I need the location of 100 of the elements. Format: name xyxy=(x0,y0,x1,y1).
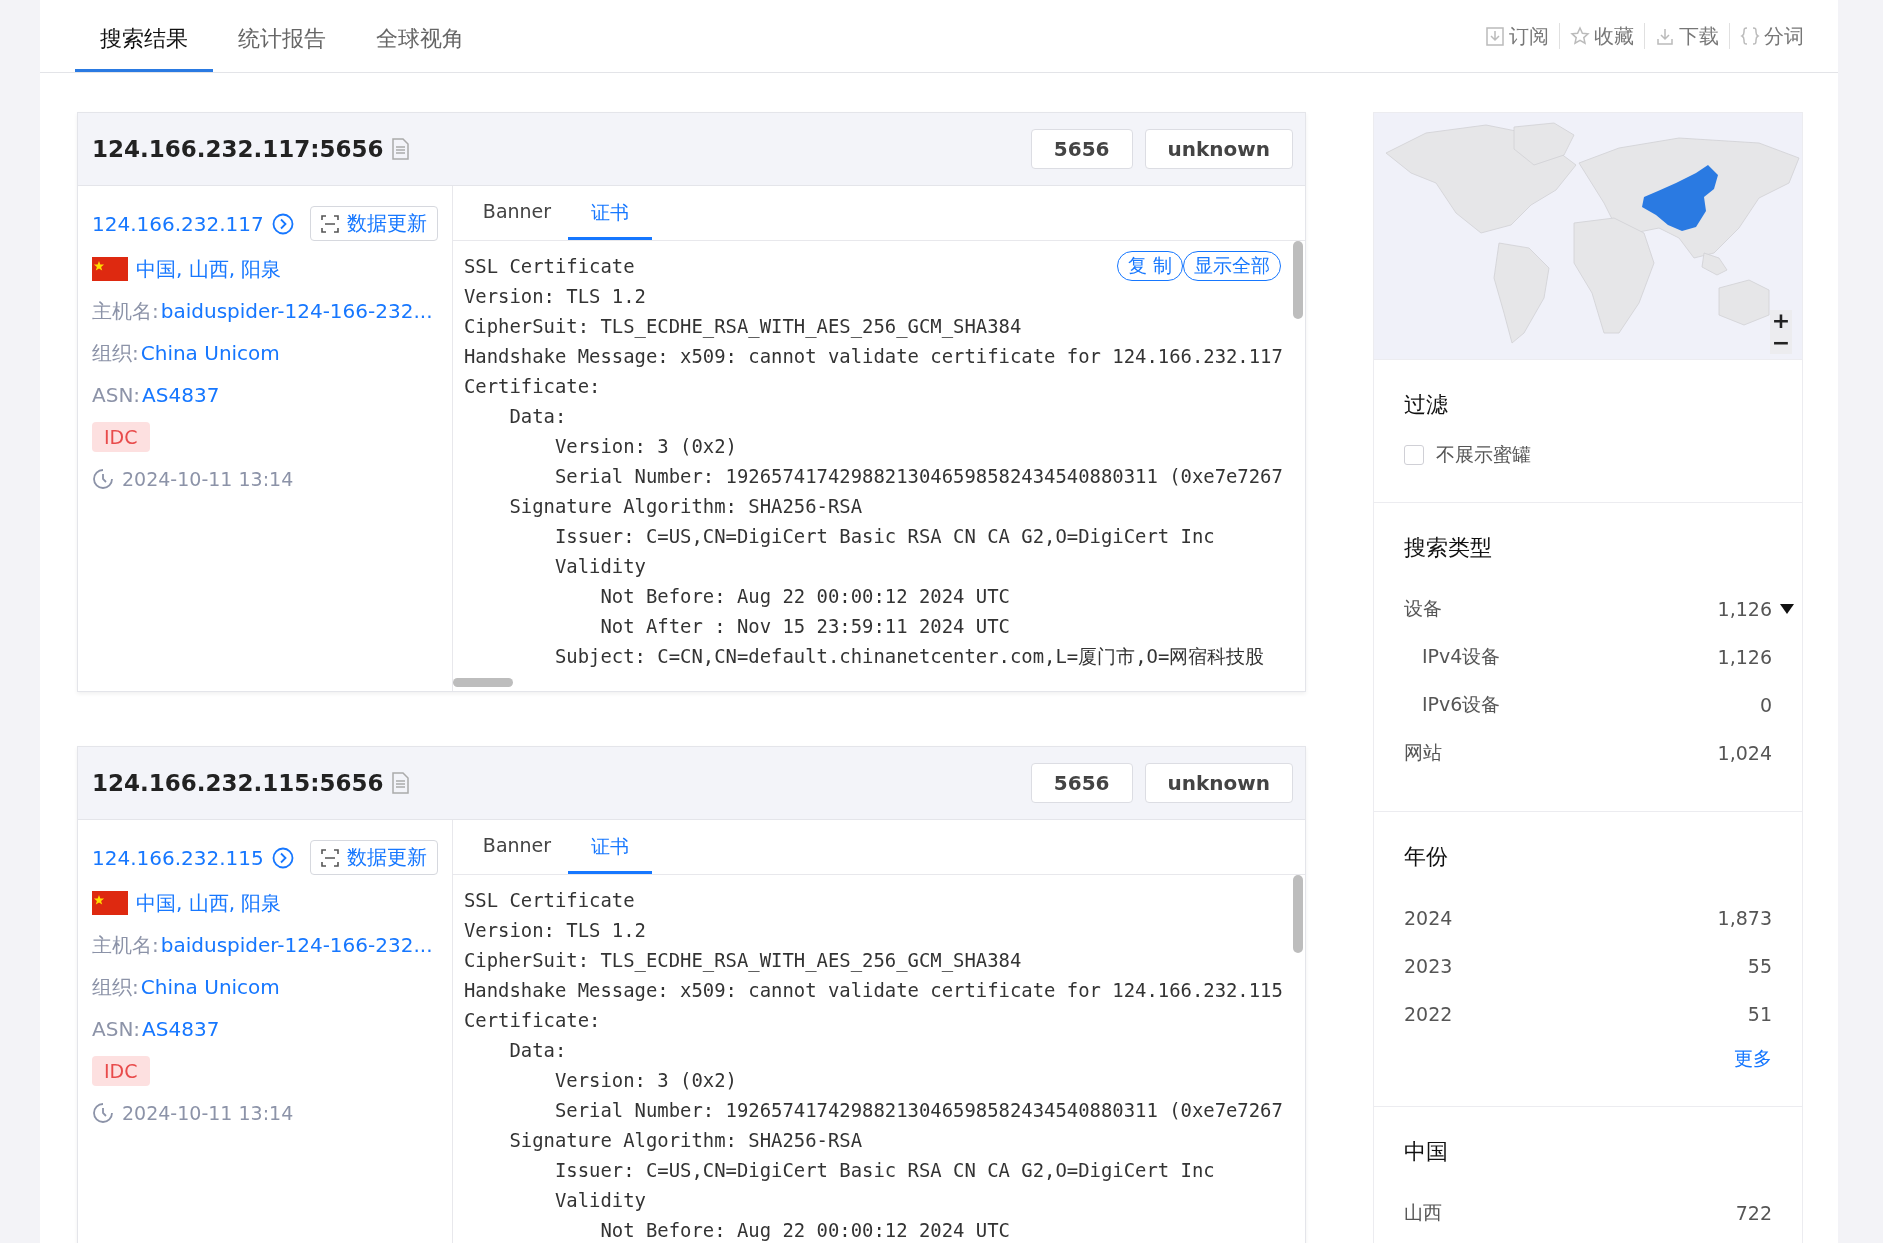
field-link[interactable]: AS4837 xyxy=(142,383,220,407)
action-button[interactable]: 显示全部 xyxy=(1183,251,1281,281)
filter-item[interactable]: 设备 xyxy=(1404,596,1718,622)
section-title: 中国 xyxy=(1404,1138,1449,1166)
tab[interactable]: 证书 xyxy=(568,820,652,874)
flag-icon xyxy=(92,891,128,915)
update-button[interactable]: 数据更新 xyxy=(310,206,438,241)
field-link[interactable]: China Unicom xyxy=(140,975,280,999)
certificate-line: Serial Number: 19265741742988213046598582434540880311 (0xe7e7267 xyxy=(554,1098,1283,1123)
item-count: 55 xyxy=(1747,955,1772,977)
certificate-line: Not After : Nov 15 23:59:11 2024 UTC xyxy=(599,614,1010,639)
certificate-line: Validity xyxy=(554,554,646,579)
braces-icon xyxy=(1740,26,1760,46)
download-icon xyxy=(1655,26,1675,46)
clock-icon xyxy=(92,468,114,490)
checkbox[interactable] xyxy=(1404,445,1424,465)
ip-link[interactable]: 124.166.232.115 xyxy=(92,845,264,870)
timestamp: 2024-10-11 13:14 xyxy=(122,468,294,490)
certificate-line: SSL Certificate xyxy=(464,254,635,279)
field-link[interactable]: baiduspider-124-166-232... xyxy=(160,299,433,323)
certificate-line: CipherSuit: TLS_ECDHE_RSA_WITH_AES_256_GCM_SHA384 xyxy=(464,314,1022,340)
filter-item[interactable]: IPv4设备 xyxy=(1422,644,1718,670)
filter-item[interactable]: 2024 xyxy=(1404,907,1718,929)
field-label: 组织: xyxy=(92,973,139,1001)
scan-icon xyxy=(321,848,339,867)
certificate-line: Not Before: Aug 22 00:00:12 2024 UTC xyxy=(599,584,1010,609)
certificate-line: Certificate: xyxy=(464,374,601,399)
more-link[interactable]: 更多 xyxy=(1734,1046,1772,1072)
tab[interactable]: Banner xyxy=(466,186,568,240)
field-link[interactable]: AS4837 xyxy=(142,1017,220,1041)
copy-icon xyxy=(391,772,410,794)
filter-item[interactable]: 网站 xyxy=(1404,740,1718,766)
certificate-line: CipherSuit: TLS_ECDHE_RSA_WITH_AES_256_GCM_SHA384 xyxy=(464,948,1022,974)
field-link[interactable]: baiduspider-124-166-232... xyxy=(160,933,433,957)
action-button[interactable]: 复 制 xyxy=(1116,251,1183,281)
item-count: 1,024 xyxy=(1717,742,1772,764)
arrow-circle-icon xyxy=(271,846,294,869)
address-title: 124.166.232.115:5656 xyxy=(92,770,384,796)
field-label: ASN: xyxy=(92,1017,141,1041)
certificate-line: Data: xyxy=(508,404,567,429)
certificate-line: Issuer: C=US,CN=DigiCert Basic RSA CN CA G2,O=DigiCert Inc xyxy=(554,1158,1215,1183)
flag-icon xyxy=(92,257,128,281)
filter-item[interactable]: 2023 xyxy=(1404,955,1748,977)
certificate-line: Certificate: xyxy=(464,1008,601,1033)
certificate-line: Version: TLS 1.2 xyxy=(464,918,646,943)
star-icon xyxy=(1570,26,1590,46)
port-tag[interactable]: unknown xyxy=(1144,763,1293,803)
certificate-line: Serial Number: 19265741742988213046598582434540880311 (0xe7e7267 xyxy=(554,464,1283,489)
certificate-line: Signature Algorithm: SHA256-RSA xyxy=(508,494,863,519)
clock-icon xyxy=(92,1102,114,1124)
section-title: 搜索类型 xyxy=(1404,534,1493,562)
filter-item[interactable]: 山西 xyxy=(1404,1200,1736,1226)
filter-item[interactable]: 2022 xyxy=(1404,1003,1748,1025)
copy-icon xyxy=(391,138,410,160)
item-count: 0 xyxy=(1759,694,1772,716)
tab[interactable]: 证书 xyxy=(568,186,652,240)
bookmark-icon xyxy=(1485,26,1505,46)
certificate-line: Issuer: C=US,CN=DigiCert Basic RSA CN CA G2,O=DigiCert Inc xyxy=(554,524,1215,549)
tab[interactable]: 全球视角 xyxy=(351,0,489,72)
scan-icon xyxy=(321,214,339,233)
scrollbar-thumb[interactable] xyxy=(453,678,513,687)
timestamp: 2024-10-11 13:14 xyxy=(122,1102,294,1124)
toolbar-link[interactable]: 收藏 xyxy=(1594,22,1634,50)
toolbar-link[interactable]: 下载 xyxy=(1679,22,1719,50)
certificate-line: Version: TLS 1.2 xyxy=(464,284,646,309)
tab[interactable]: 搜索结果 xyxy=(75,0,213,72)
ip-link[interactable]: 124.166.232.117 xyxy=(92,211,264,236)
toolbar-link[interactable]: 分词 xyxy=(1764,22,1804,50)
idc-tag: IDC xyxy=(92,422,150,452)
zoom-button[interactable]: − xyxy=(1770,332,1792,354)
certificate-line: Not Before: Aug 22 00:00:12 2024 UTC xyxy=(599,1218,1010,1243)
field-label: 组织: xyxy=(92,339,139,367)
tab[interactable]: 统计报告 xyxy=(213,0,351,72)
port-tag[interactable]: 5656 xyxy=(1030,129,1133,169)
certificate-line: Signature Algorithm: SHA256-RSA xyxy=(508,1128,863,1153)
certificate-line: Handshake Message: x509: cannot validate certificate for 124.166.232.117 xyxy=(464,344,1283,369)
field-link[interactable]: China Unicom xyxy=(140,341,280,365)
certificate-line: Validity xyxy=(554,1188,646,1213)
certificate-line: Data: xyxy=(508,1038,567,1063)
certificate-line: Version: 3 (0x2) xyxy=(554,1068,737,1093)
toolbar-link[interactable]: 订阅 xyxy=(1509,22,1549,50)
port-tag[interactable]: 5656 xyxy=(1030,763,1133,803)
scrollbar-thumb[interactable] xyxy=(1293,241,1303,319)
certificate-line: Version: 3 (0x2) xyxy=(554,434,737,459)
update-button[interactable]: 数据更新 xyxy=(310,840,438,875)
idc-tag: IDC xyxy=(92,1056,150,1086)
section-title: 年份 xyxy=(1404,843,1449,871)
field-label: 主机名: xyxy=(92,297,159,325)
item-count: 1,873 xyxy=(1717,907,1772,929)
certificate-line: Subject: C=CN,CN=default.chinanetcenter.com,L=厦门市,O=网宿科技股 xyxy=(554,644,1265,669)
port-tag[interactable]: unknown xyxy=(1144,129,1293,169)
location-link[interactable]: 中国, 山西, 阳泉 xyxy=(136,889,282,917)
field-label: ASN: xyxy=(92,383,141,407)
item-count: 1,126 xyxy=(1717,646,1772,668)
field-label: 主机名: xyxy=(92,931,159,959)
filter-item[interactable]: IPv6设备 xyxy=(1422,692,1760,718)
scrollbar-thumb[interactable] xyxy=(1293,875,1303,953)
zoom-button[interactable]: + xyxy=(1770,310,1792,332)
location-link[interactable]: 中国, 山西, 阳泉 xyxy=(136,255,282,283)
tab[interactable]: Banner xyxy=(466,820,568,874)
